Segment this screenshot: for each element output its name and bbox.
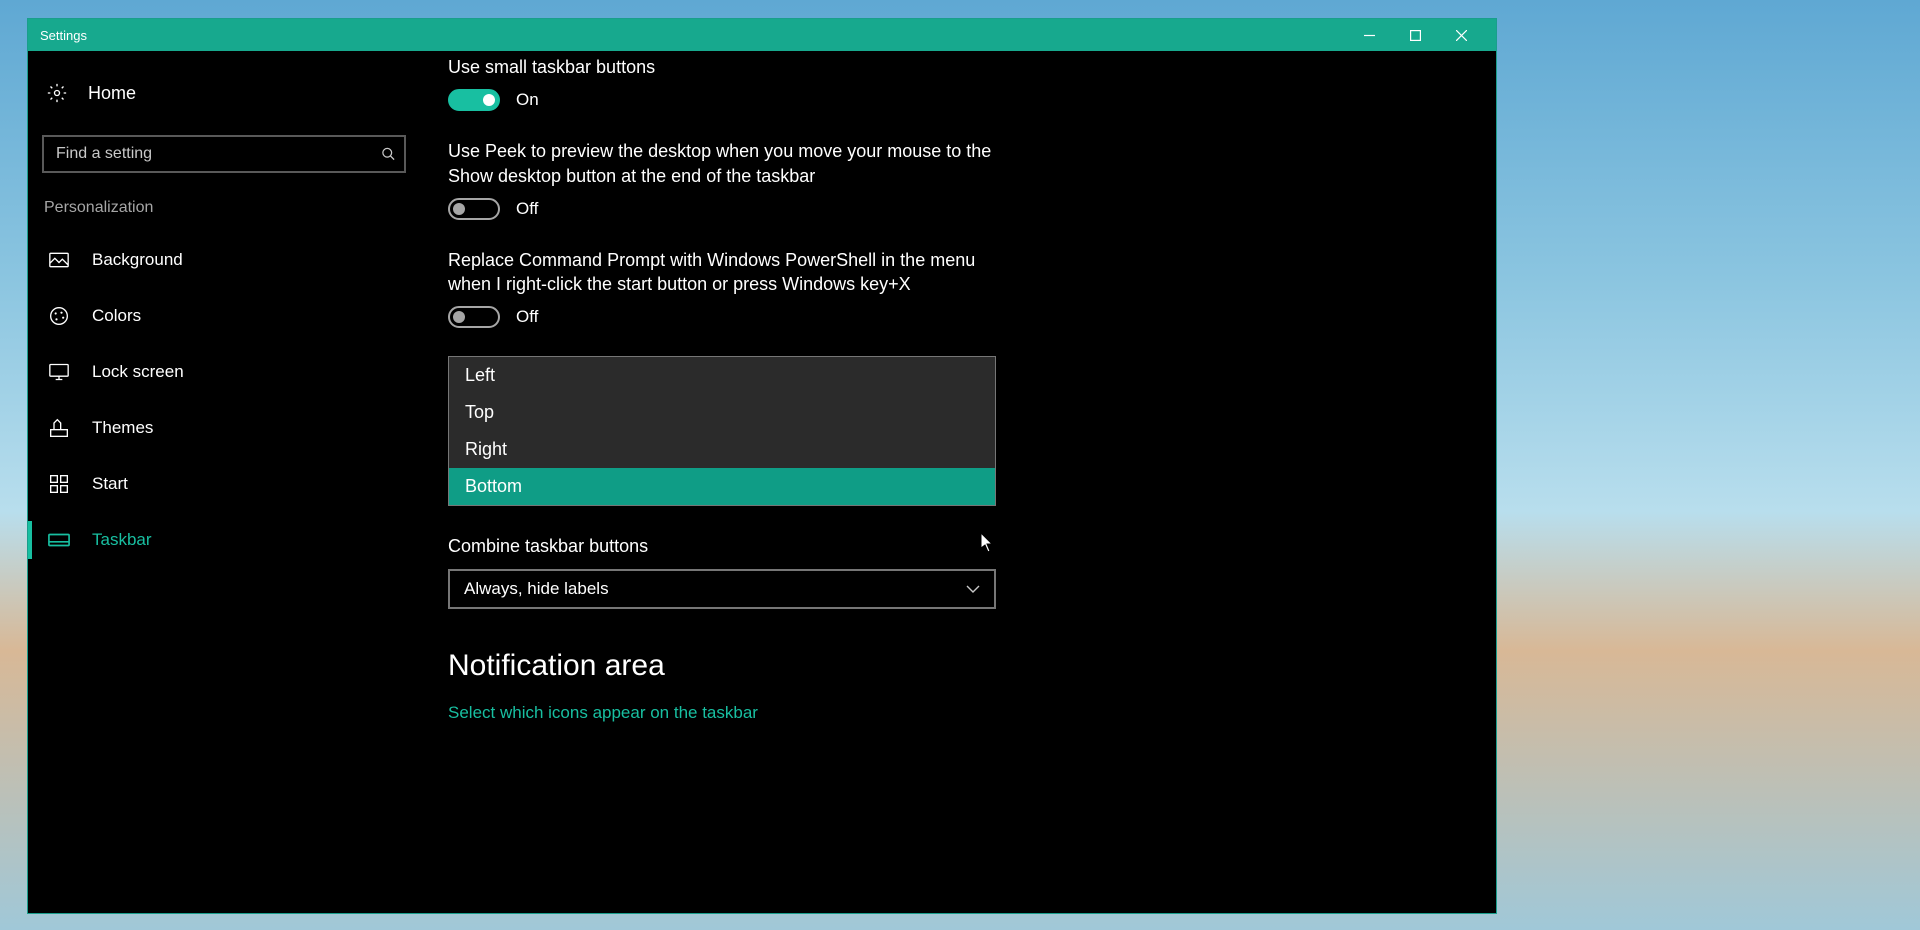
toggle-row: Off [448,198,1008,220]
dropdown-option-left[interactable]: Left [449,357,995,394]
chevron-down-icon [966,585,980,593]
setting-label: Use Peek to preview the desktop when you… [448,139,1008,188]
sidebar-item-label: Colors [92,306,141,326]
toggle-peek[interactable] [448,198,500,220]
sidebar-item-label: Lock screen [92,362,184,382]
toggle-state: On [516,90,539,110]
setting-small-buttons: Use small taskbar buttons On [448,55,1008,111]
sidebar-item-label: Background [92,250,183,270]
setting-combine: Combine taskbar buttons Always, hide lab… [448,534,1008,608]
section-heading-notification: Notification area [448,649,1468,683]
search-input[interactable] [42,135,406,173]
search-icon [381,147,396,162]
sidebar-item-label: Themes [92,418,153,438]
sidebar-item-lock-screen[interactable]: Lock screen [42,347,406,397]
maximize-button[interactable] [1392,19,1438,51]
image-icon [48,249,70,271]
toggle-state: Off [516,307,538,327]
sidebar-item-label: Taskbar [92,530,152,550]
taskbar-icon [48,529,70,551]
minimize-button[interactable] [1346,19,1392,51]
nav-home-label: Home [88,83,136,104]
sidebar: Home Personalization Background Colo [28,51,420,913]
pencil-icon [48,417,70,439]
toggle-row: On [448,89,1008,111]
window-title: Settings [40,28,1346,43]
toggle-small-buttons[interactable] [448,89,500,111]
grid-icon [48,473,70,495]
close-icon [1456,30,1467,41]
dropdown-option-top[interactable]: Top [449,394,995,431]
sidebar-item-background[interactable]: Background [42,235,406,285]
window-controls [1346,19,1484,51]
close-button[interactable] [1438,19,1484,51]
nav-home[interactable]: Home [42,69,406,117]
minimize-icon [1364,30,1375,41]
palette-icon [48,305,70,327]
dropdown-option-bottom[interactable]: Bottom [449,468,995,505]
window-body: Home Personalization Background Colo [28,51,1496,913]
combine-dropdown[interactable]: Always, hide labels [448,569,996,609]
sidebar-item-themes[interactable]: Themes [42,403,406,453]
toggle-powershell[interactable] [448,306,500,328]
monitor-icon [48,361,70,383]
setting-peek: Use Peek to preview the desktop when you… [448,139,1008,220]
sidebar-item-taskbar[interactable]: Taskbar [42,515,406,565]
toggle-row: Off [448,306,1008,328]
dropdown-value: Always, hide labels [464,579,609,599]
taskbar-location-dropdown-open[interactable]: Left Top Right Bottom [448,356,996,506]
link-select-icons[interactable]: Select which icons appear on the taskbar [448,703,1468,723]
sidebar-item-colors[interactable]: Colors [42,291,406,341]
titlebar: Settings [28,19,1496,51]
dropdown-option-right[interactable]: Right [449,431,995,468]
setting-label: Use small taskbar buttons [448,55,1008,79]
setting-label: Combine taskbar buttons [448,534,1008,558]
sidebar-item-start[interactable]: Start [42,459,406,509]
setting-powershell: Replace Command Prompt with Windows Powe… [448,248,1008,329]
content-pane[interactable]: Use small taskbar buttons On Use Peek to… [420,51,1496,913]
settings-window: Settings Home [27,18,1497,914]
sidebar-item-label: Start [92,474,128,494]
setting-label: Replace Command Prompt with Windows Powe… [448,248,1008,297]
toggle-state: Off [516,199,538,219]
maximize-icon [1410,30,1421,41]
search-container [42,135,406,173]
sidebar-group-header: Personalization [42,195,406,235]
gear-icon [46,82,68,104]
